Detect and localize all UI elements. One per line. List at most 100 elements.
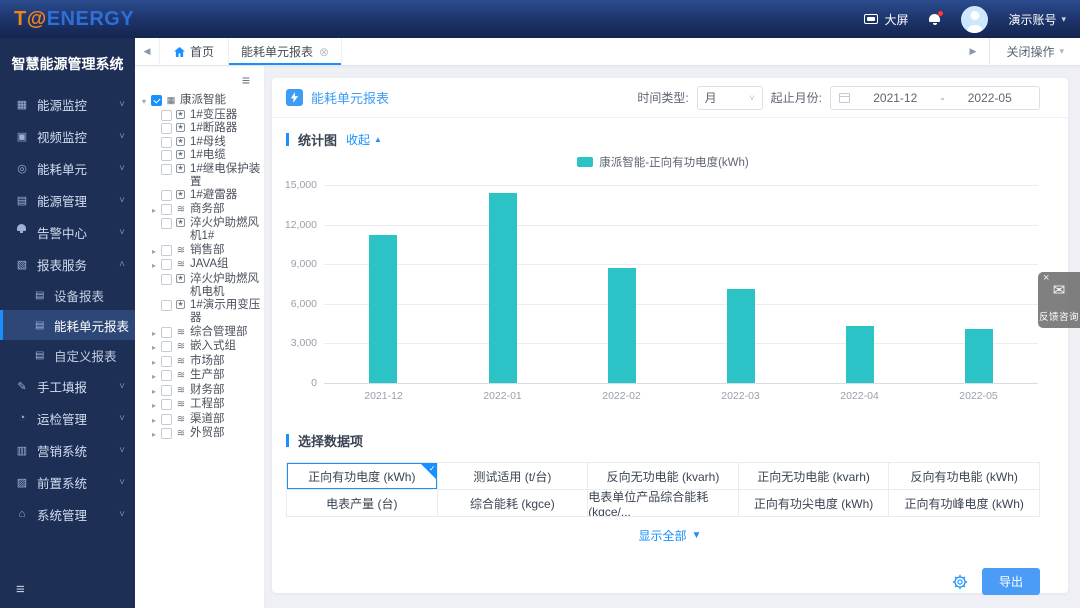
close-operation-dropdown[interactable]: 关闭操作 ▾ [990, 38, 1080, 65]
caret-right-icon[interactable]: ▸ [152, 413, 161, 427]
tree-item[interactable]: ★1#母线 [142, 136, 264, 149]
sidebar-item-report-service[interactable]: ▧报表服务˄ [0, 248, 135, 280]
checkbox[interactable] [161, 190, 172, 201]
checkbox[interactable] [161, 123, 172, 134]
sidebar-item-energy-mgmt[interactable]: ▤能源管理˅ [0, 184, 135, 216]
sidebar-item-video-monitor[interactable]: ▣视频监控˅ [0, 120, 135, 152]
bar-2021-12[interactable] [369, 235, 397, 383]
bar-2022-03[interactable] [727, 289, 755, 383]
tab-close-icon[interactable]: ⊗ [319, 45, 329, 59]
caret-right-icon[interactable]: ▸ [152, 398, 161, 412]
notification-bell-icon[interactable] [928, 13, 941, 26]
data-item-cell[interactable]: 正向无功电能 (kvarh) [739, 463, 890, 490]
bar-2022-05[interactable] [965, 329, 993, 383]
account-menu[interactable]: 演示账号 ▾ [1008, 11, 1066, 28]
sidebar-item-custom-report[interactable]: ▤自定义报表 [0, 340, 135, 370]
chart-legend[interactable]: 康派智能-正向有功电度(kWh) [286, 154, 1040, 170]
caret-right-icon[interactable]: ▸ [152, 427, 161, 441]
caret-right-icon[interactable]: ▸ [152, 355, 161, 369]
data-item-cell[interactable]: 正向有功尖电度 (kWh) [739, 490, 890, 517]
data-item-cell[interactable]: 正向有功峰电度 (kWh) [889, 490, 1040, 517]
tree-item[interactable]: ▸≋工程部 [142, 398, 264, 412]
tab-energy-unit-report[interactable]: 能耗单元报表 ⊗ [229, 38, 342, 65]
caret-right-icon[interactable]: ▸ [152, 326, 161, 340]
data-item-cell[interactable]: 测试适用 (t/台) [438, 463, 589, 490]
month-range-picker[interactable]: 2021-12 - 2022-05 [830, 86, 1040, 110]
tree-item[interactable]: ▸≋外贸部 [142, 427, 264, 441]
tree-item[interactable]: ▸≋综合管理部 [142, 326, 264, 340]
sidebar-item-system-mgmt[interactable]: ⌂系统管理˅ [0, 498, 135, 530]
checkbox[interactable] [161, 327, 172, 338]
sidebar-collapse-icon[interactable]: ≡ [16, 581, 25, 598]
checkbox[interactable] [161, 300, 172, 311]
sidebar-item-ops-mgmt[interactable]: ◔运检管理˅ [0, 402, 135, 434]
caret-right-icon[interactable]: ▸ [152, 258, 161, 272]
tree-item[interactable]: ★淬火炉助燃风机电机 [142, 273, 264, 299]
time-type-select[interactable]: 月 ˅ [697, 86, 763, 110]
checkbox[interactable] [161, 150, 172, 161]
tree-item[interactable]: ▸≋市场部 [142, 355, 264, 369]
settings-gear-icon[interactable] [952, 574, 968, 590]
bar-2022-04[interactable] [846, 326, 874, 383]
data-item-cell[interactable]: 反向有功电能 (kWh) [889, 463, 1040, 490]
tree-item[interactable]: ▸≋JAVA组 [142, 258, 264, 272]
export-button[interactable]: 导出 [982, 568, 1040, 595]
data-item-cell[interactable]: 电表产量 (台) [287, 490, 438, 517]
range-end-value[interactable]: 2022-05 [949, 91, 1032, 105]
sidebar-item-alarm-center[interactable]: 告警中心˅ [0, 216, 135, 248]
bar-2022-01[interactable] [489, 193, 517, 383]
data-item-cell[interactable]: 电表单位产品综合能耗 (kgce/... [588, 490, 739, 517]
checkbox[interactable] [161, 164, 172, 175]
checkbox[interactable] [161, 414, 172, 425]
big-screen-button[interactable]: 大屏 [864, 11, 908, 28]
tree-item[interactable]: ▸≋商务部 [142, 203, 264, 217]
checkbox[interactable] [161, 274, 172, 285]
checkbox[interactable] [161, 204, 172, 215]
checkbox[interactable] [161, 399, 172, 410]
tabs-forward-icon[interactable]: ▶ [956, 38, 990, 65]
tree-item[interactable]: ▸≋生产部 [142, 369, 264, 383]
checkbox[interactable] [161, 370, 172, 381]
collapse-chart-button[interactable]: 收起 ▲ [346, 131, 382, 148]
sidebar-item-energy-unit[interactable]: ◎能耗单元˅ [0, 152, 135, 184]
caret-right-icon[interactable]: ▸ [152, 340, 161, 354]
caret-right-icon[interactable]: ▸ [152, 244, 161, 258]
tree-item[interactable]: ▸≋渠道部 [142, 413, 264, 427]
checkbox[interactable] [161, 385, 172, 396]
tree-item[interactable]: ▸≋嵌入式组 [142, 340, 264, 354]
show-all-button[interactable]: 显示全部 ▼ [272, 527, 1068, 544]
sidebar-item-energy-monitor[interactable]: ▦能源监控˅ [0, 88, 135, 120]
tabs-back-icon[interactable]: ◀ [135, 38, 159, 65]
tree-item[interactable]: ★淬火炉助燃风机1# [142, 217, 264, 243]
checkbox[interactable] [161, 356, 172, 367]
tree-item[interactable]: ▸≋销售部 [142, 244, 264, 258]
sidebar-item-energy-unit-report[interactable]: ▤能耗单元报表 [0, 310, 135, 340]
checkbox[interactable] [151, 95, 162, 106]
sidebar-item-marketing-system[interactable]: ▥营销系统˅ [0, 434, 135, 466]
checkbox[interactable] [161, 245, 172, 256]
tree-item[interactable]: ★1#继电保护装置 [142, 163, 264, 189]
checkbox[interactable] [161, 428, 172, 439]
tree-item[interactable]: ▸≋财务部 [142, 384, 264, 398]
checkbox[interactable] [161, 341, 172, 352]
tree-collapse-icon[interactable]: ≡ [242, 72, 250, 88]
checkbox[interactable] [161, 218, 172, 229]
sidebar-item-manual-fill[interactable]: ✎手工填报˅ [0, 370, 135, 402]
range-start-value[interactable]: 2021-12 [854, 91, 937, 105]
tree-item[interactable]: ★1#变压器 [142, 109, 264, 122]
sidebar-item-front-system[interactable]: ▨前置系统˅ [0, 466, 135, 498]
caret-right-icon[interactable]: ▸ [152, 384, 161, 398]
data-item-cell[interactable]: 反向无功电能 (kvarh) [588, 463, 739, 490]
caret-right-icon[interactable]: ▸ [152, 369, 161, 383]
caret-right-icon[interactable]: ▸ [152, 203, 161, 217]
feedback-widget[interactable]: × ✉ 反馈咨询 [1038, 272, 1080, 328]
tree-item[interactable]: ★1#断路器 [142, 122, 264, 135]
checkbox[interactable] [161, 137, 172, 148]
tree-item[interactable]: ★1#电缆 [142, 149, 264, 162]
tab-home[interactable]: 首页 [159, 38, 229, 65]
tree-item[interactable]: ▾▦康派智能 [142, 94, 264, 108]
bar-2022-02[interactable] [608, 268, 636, 383]
sidebar-item-device-report[interactable]: ▤设备报表 [0, 280, 135, 310]
tree-item[interactable]: ★1#演示用变压器 [142, 299, 264, 325]
checkbox[interactable] [161, 110, 172, 121]
